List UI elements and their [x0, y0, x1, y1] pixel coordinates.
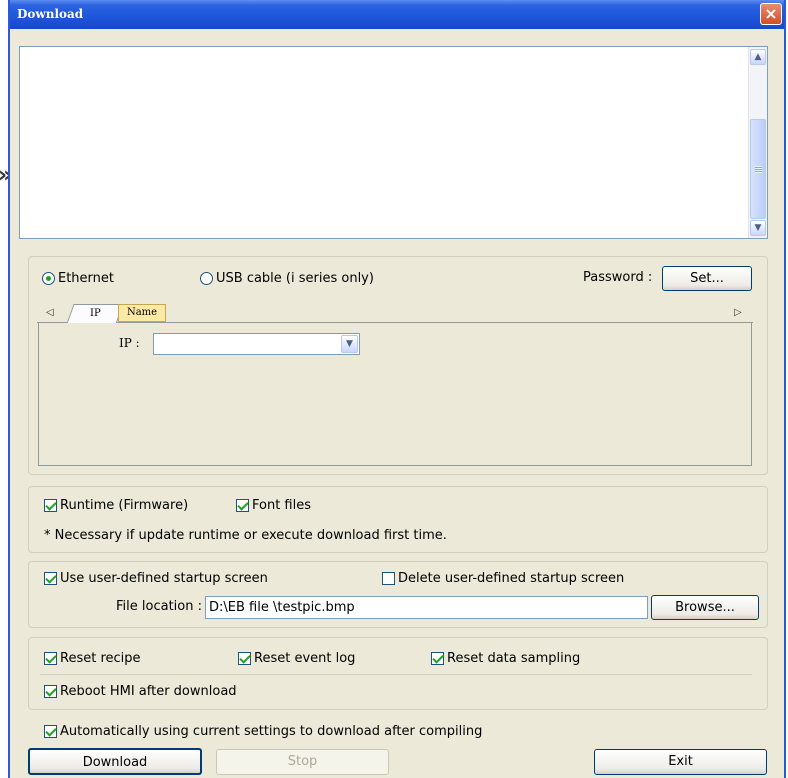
- grip-icon: [755, 166, 762, 173]
- reboot-checkbox-box[interactable]: [44, 685, 57, 698]
- stop-button[interactable]: Stop: [216, 749, 389, 775]
- tab-panel: [38, 323, 752, 466]
- reset-event-log-checkbox[interactable]: Reset event log: [238, 651, 355, 666]
- tab-name[interactable]: Name: [118, 304, 166, 322]
- firmware-note: * Necessary if update runtime or execute…: [44, 528, 447, 543]
- use-startup-label: Use user-defined startup screen: [60, 571, 268, 586]
- font-files-checkbox-box[interactable]: [236, 499, 249, 512]
- download-button[interactable]: Download: [28, 748, 202, 775]
- reset-recipe-checkbox-box[interactable]: [44, 652, 57, 665]
- auto-download-checkbox-box[interactable]: [44, 725, 57, 738]
- auto-download-checkbox[interactable]: Automatically using current settings to …: [44, 724, 482, 739]
- runtime-checkbox-box[interactable]: [44, 499, 57, 512]
- reset-data-sampling-checkbox-box[interactable]: [431, 652, 444, 665]
- auto-download-label: Automatically using current settings to …: [60, 724, 483, 739]
- reset-event-log-label: Reset event log: [254, 651, 356, 666]
- chevron-down-icon: ▼: [346, 339, 353, 349]
- runtime-label: Runtime (Firmware): [60, 498, 189, 513]
- password-label: Password :: [583, 270, 653, 285]
- tab-ip-label: IP: [89, 308, 101, 319]
- delete-startup-checkbox-box[interactable]: [382, 572, 395, 585]
- reboot-checkbox[interactable]: Reboot HMI after download: [44, 684, 237, 699]
- usb-radio[interactable]: USB cable (i series only): [200, 271, 374, 286]
- scroll-up-button[interactable]: ▲: [750, 49, 766, 65]
- reset-data-sampling-checkbox[interactable]: Reset data sampling: [431, 651, 580, 666]
- file-location-field[interactable]: D:\EB file \testpic.bmp: [205, 596, 648, 619]
- font-files-checkbox[interactable]: Font files: [236, 498, 311, 513]
- scroll-thumb[interactable]: [750, 119, 766, 219]
- ethernet-label: Ethernet: [58, 271, 114, 286]
- delete-startup-checkbox[interactable]: Delete user-defined startup screen: [382, 571, 624, 586]
- use-startup-checkbox-box[interactable]: [44, 572, 57, 585]
- tab-scroll-right-icon[interactable]: ▷: [734, 307, 742, 318]
- exit-button[interactable]: Exit: [594, 749, 767, 775]
- ethernet-radio-indicator[interactable]: [42, 272, 55, 285]
- tab-scroll-left-icon[interactable]: ◁: [46, 307, 54, 318]
- title-bar[interactable]: Download ×: [10, 0, 784, 29]
- font-files-label: Font files: [252, 498, 312, 513]
- reset-recipe-label: Reset recipe: [60, 651, 141, 666]
- runtime-checkbox[interactable]: Runtime (Firmware): [44, 498, 188, 513]
- ip-label: IP :: [119, 336, 140, 350]
- browse-button[interactable]: Browse...: [651, 595, 759, 620]
- usb-radio-indicator[interactable]: [200, 272, 213, 285]
- window-title: Download: [17, 7, 84, 21]
- close-icon: ×: [764, 4, 778, 23]
- ethernet-radio[interactable]: Ethernet: [42, 271, 114, 286]
- ip-dropdown-button[interactable]: ▼: [341, 335, 358, 353]
- close-button[interactable]: ×: [760, 3, 782, 25]
- reset-recipe-checkbox[interactable]: Reset recipe: [44, 651, 141, 666]
- scroll-down-button[interactable]: ▼: [750, 220, 766, 236]
- set-password-button[interactable]: Set...: [662, 266, 752, 291]
- file-location-label: File location :: [116, 599, 202, 614]
- ip-combobox[interactable]: ▼: [153, 333, 360, 355]
- reset-event-log-checkbox-box[interactable]: [238, 652, 251, 665]
- tab-ip[interactable]: IP: [66, 304, 124, 324]
- delete-startup-label: Delete user-defined startup screen: [398, 571, 625, 586]
- chevron-up-icon: ▲: [754, 52, 762, 62]
- reset-divider: [40, 674, 752, 675]
- reset-data-sampling-label: Reset data sampling: [447, 651, 581, 666]
- usb-label: USB cable (i series only): [216, 271, 374, 286]
- download-log[interactable]: ▲ ▼: [19, 46, 768, 239]
- log-scrollbar[interactable]: ▲ ▼: [748, 47, 767, 238]
- use-startup-checkbox[interactable]: Use user-defined startup screen: [44, 571, 268, 586]
- reboot-label: Reboot HMI after download: [60, 684, 237, 699]
- chevron-down-icon: ▼: [754, 223, 762, 233]
